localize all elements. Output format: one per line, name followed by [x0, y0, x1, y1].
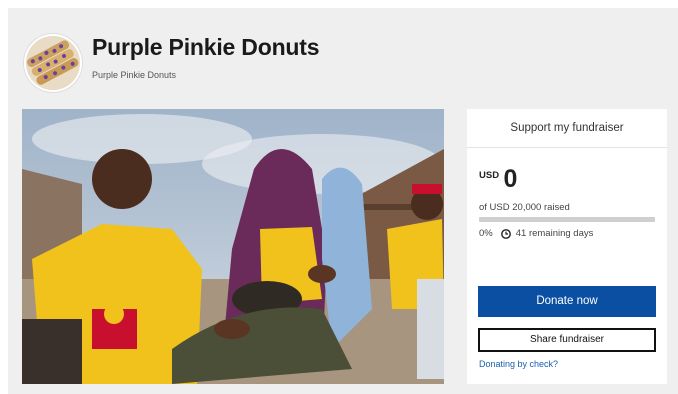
avatar: [24, 34, 82, 92]
donate-by-check-link[interactable]: Donating by check?: [479, 359, 558, 369]
goal-text: of USD 20,000 raised: [479, 202, 570, 213]
progress-bar: [479, 217, 655, 222]
percent-label: 0%: [479, 228, 493, 239]
share-button[interactable]: Share fundraiser: [478, 328, 656, 352]
hero-photo: [22, 109, 444, 384]
hero-image: [22, 109, 444, 384]
clock-icon: [500, 228, 511, 239]
fundraiser-stats: 0% 41 remaining days: [479, 228, 593, 239]
fundraiser-card: Support my fundraiser USD 0 of USD 20,00…: [467, 109, 667, 384]
donate-button[interactable]: Donate now: [478, 286, 656, 317]
donut-photo-icon: [26, 36, 80, 90]
card-title: Support my fundraiser: [467, 109, 667, 148]
amount-raised: USD 0: [479, 167, 517, 192]
page-subtitle: Purple Pinkie Donuts: [92, 70, 177, 80]
page-title: Purple Pinkie Donuts: [92, 34, 320, 60]
amount-value: 0: [503, 165, 518, 193]
days-remaining: 41 remaining days: [515, 228, 594, 239]
currency-code: USD: [479, 170, 500, 181]
